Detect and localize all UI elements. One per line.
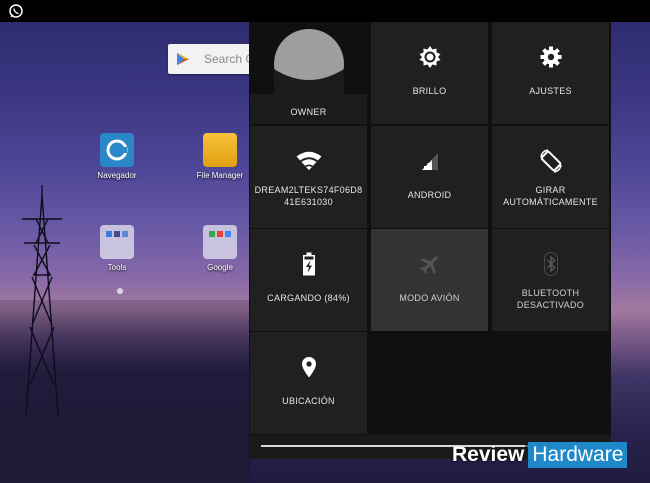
tile-rotate[interactable]: GIRAR AUTOMÁTICAMENTE <box>492 126 609 228</box>
tile-label-line: BLUETOOTH <box>521 288 580 298</box>
tile-label: UBICACIÓN <box>282 396 335 406</box>
avatar-icon <box>274 29 344 99</box>
app-navegador[interactable]: Navegador <box>82 133 152 180</box>
signal-icon <box>421 153 438 170</box>
app-label: Navegador <box>97 171 137 180</box>
app-folder-tools[interactable]: Tools <box>82 225 152 272</box>
tile-airplane-mode[interactable]: MODO AVIÓN <box>371 229 488 331</box>
tile-wifi[interactable]: DREAM2LTEKS74F06D8 41E631030 <box>250 126 367 228</box>
watermark-text-review: Review <box>452 443 525 466</box>
home-search-placeholder: Search G <box>204 52 255 66</box>
tile-label-line: AUTOMÁTICAMENTE <box>503 197 598 207</box>
page-indicator-dot <box>117 288 123 294</box>
tile-label-line: DREAM2LTEKS74F06D8 <box>254 185 363 195</box>
tile-android-signal[interactable]: ANDROID <box>371 126 488 228</box>
tile-label: DREAM2LTEKS74F06D8 41E631030 <box>254 184 363 208</box>
browser-icon <box>100 133 134 167</box>
tile-label: CARGANDO (84%) <box>267 293 350 303</box>
home-search-bar[interactable]: Search G <box>168 44 258 74</box>
tile-label: GIRAR AUTOMÁTICAMENTE <box>496 184 605 208</box>
watermark-text-hardware: Hardware <box>528 442 628 468</box>
gear-icon <box>540 46 561 68</box>
status-bar <box>0 0 650 22</box>
tile-brillo[interactable]: BRILLO <box>371 22 488 124</box>
battery-charging-icon <box>302 252 315 276</box>
power-tower-graphic <box>22 185 62 415</box>
app-file-manager[interactable]: File Manager <box>185 133 255 180</box>
airplane-icon <box>419 256 438 274</box>
tile-label: ANDROID <box>407 190 452 200</box>
tile-label-line: DESACTIVADO <box>516 300 585 310</box>
tile-location[interactable]: UBICACIÓN <box>250 332 367 434</box>
folder-icon <box>203 133 237 167</box>
app-label: Google <box>207 263 233 272</box>
rotate-icon <box>539 149 562 173</box>
folder-icon <box>203 225 237 259</box>
tile-ajustes[interactable]: AJUSTES <box>492 22 609 124</box>
google-play-icon <box>177 53 189 65</box>
folder-icon <box>100 225 134 259</box>
tile-label-line: 41E631030 <box>284 197 333 207</box>
app-label: File Manager <box>196 171 244 180</box>
watermark-logo: Review Hardware <box>448 441 628 469</box>
app-label: Tools <box>107 263 127 272</box>
tile-label: BRILLO <box>412 86 447 96</box>
tile-label: OWNER <box>290 107 327 117</box>
tile-battery[interactable]: CARGANDO (84%) <box>250 229 367 331</box>
brightness-icon <box>419 46 440 68</box>
whatsapp-icon <box>9 4 23 18</box>
wifi-icon <box>296 151 321 170</box>
quick-settings-panel: OWNER BRILLO AJUSTES DREAM2LTEKS74F06D8 … <box>249 22 611 459</box>
tile-owner[interactable]: OWNER <box>250 22 367 124</box>
app-folder-google[interactable]: Google <box>185 225 255 272</box>
tile-bluetooth[interactable]: BLUETOOTH DESACTIVADO <box>492 229 609 331</box>
tile-label: MODO AVIÓN <box>399 293 460 303</box>
location-icon <box>301 357 316 378</box>
tile-label: BLUETOOTH DESACTIVADO <box>496 287 605 311</box>
tile-label: AJUSTES <box>529 86 572 96</box>
bluetooth-icon <box>543 252 558 276</box>
tile-label-line: GIRAR <box>535 185 566 195</box>
